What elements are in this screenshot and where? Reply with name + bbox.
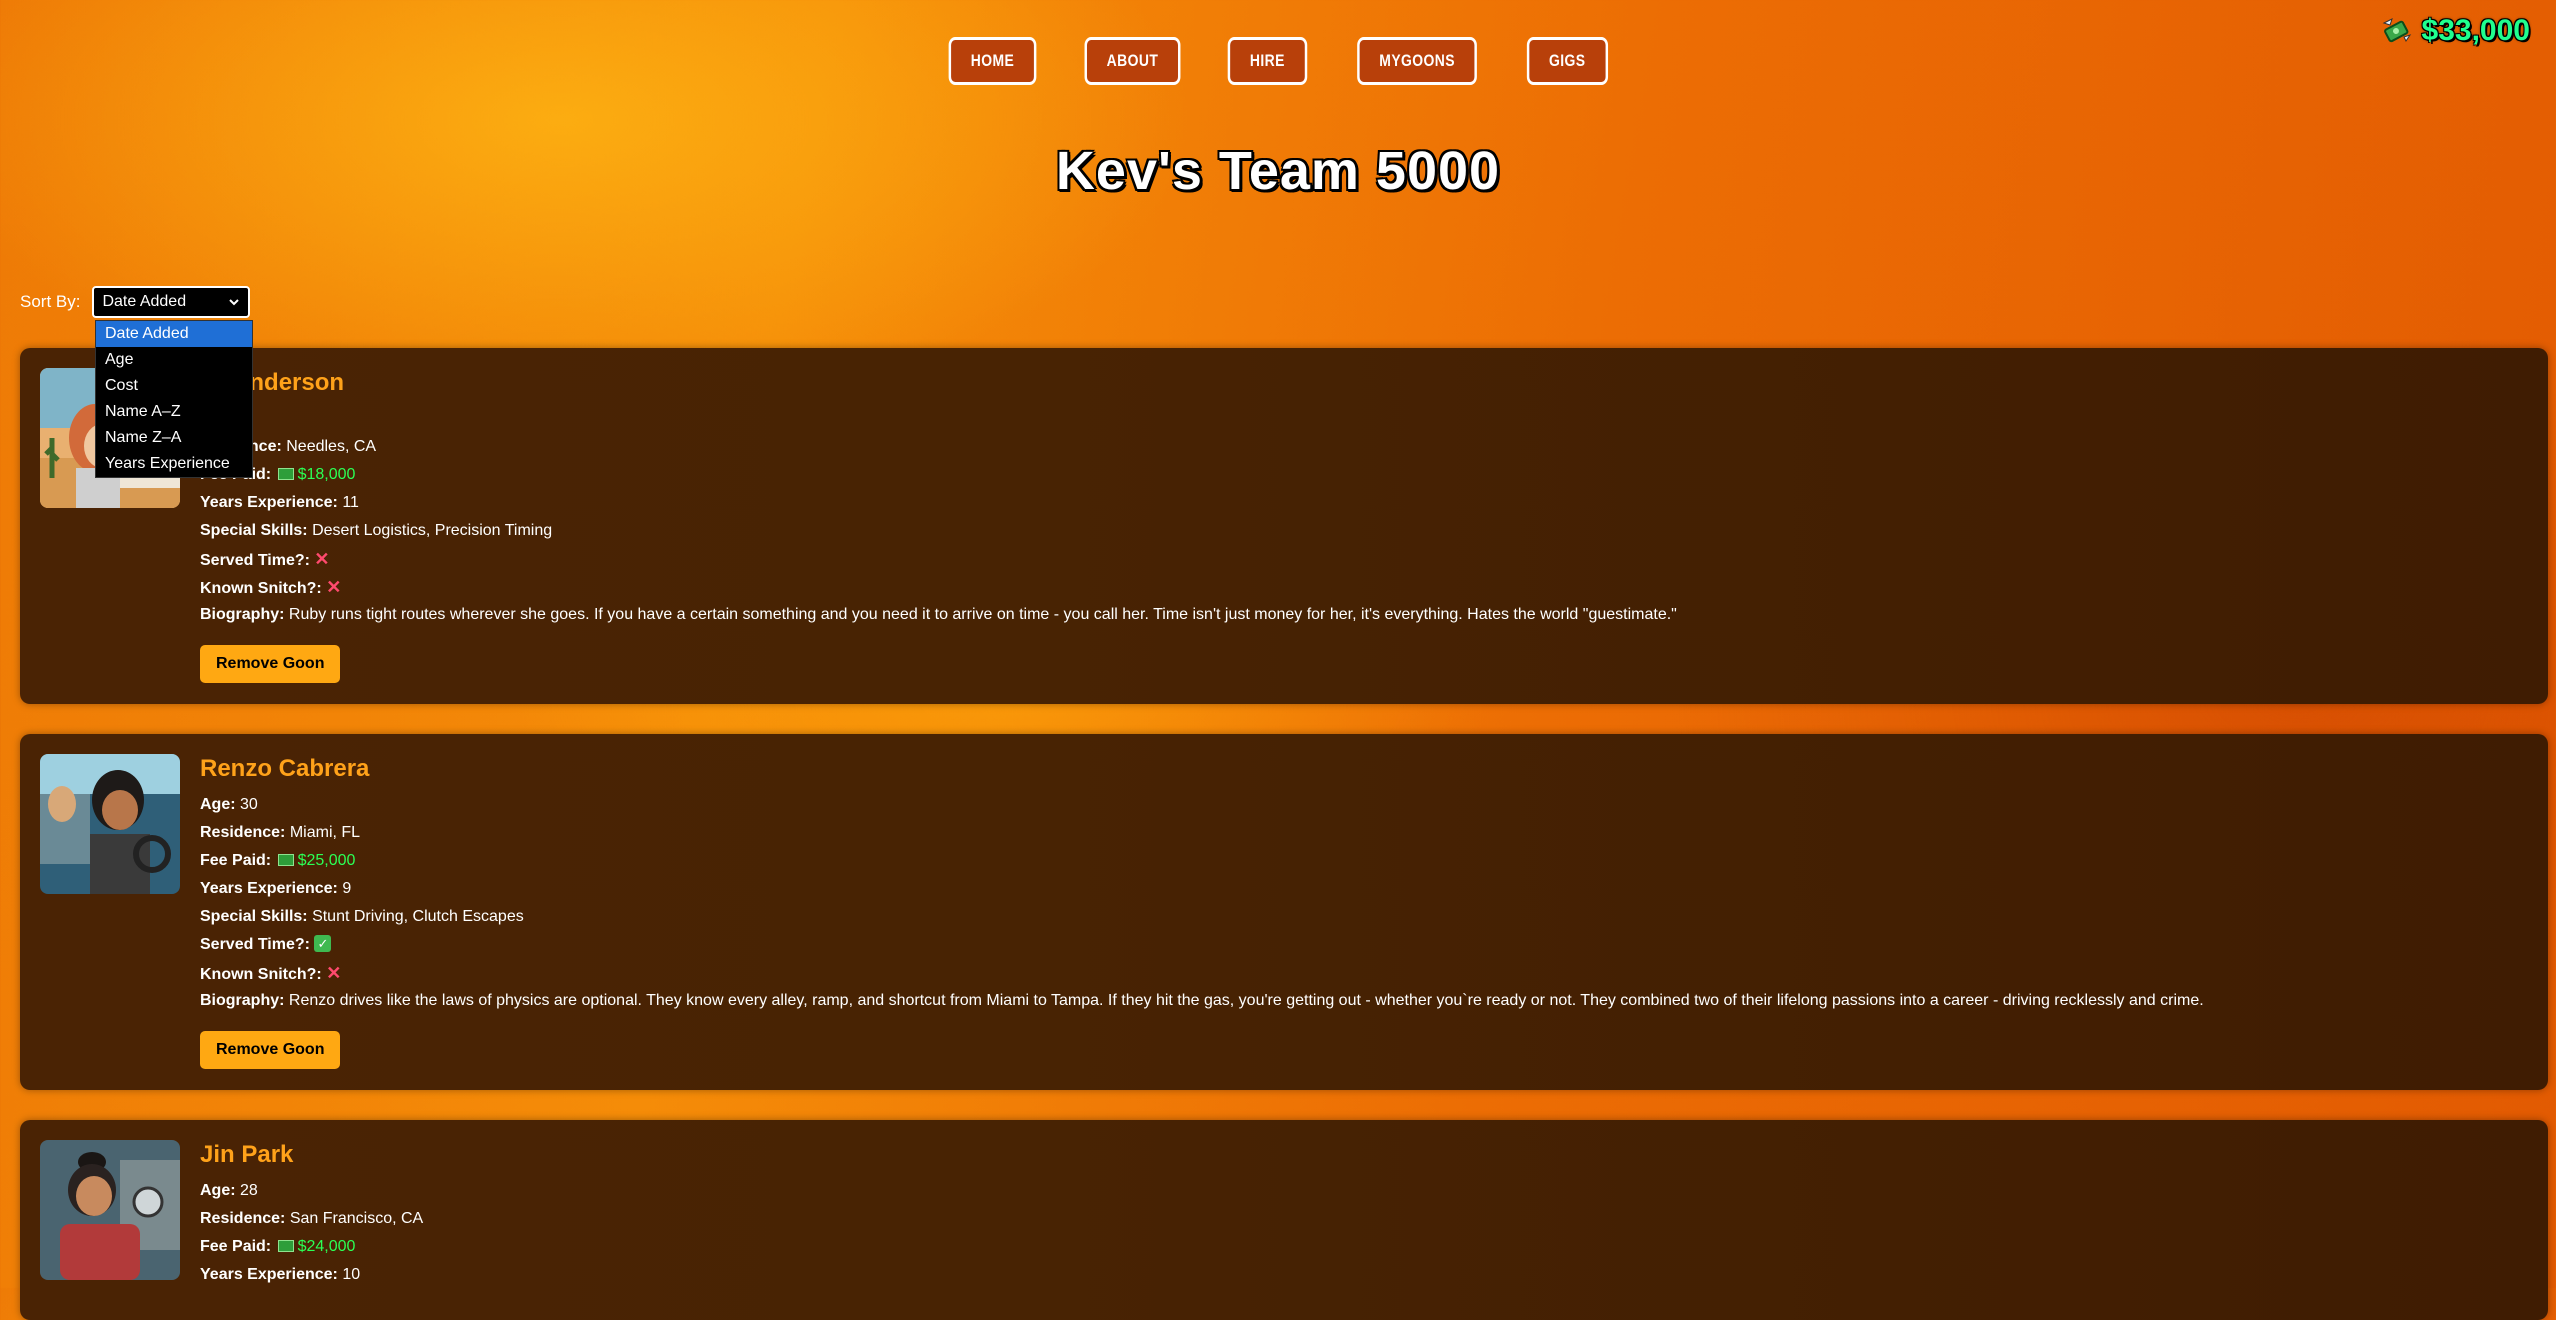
wallet-amount: $33,000 [2421,14,2530,47]
sort-option-age[interactable]: Age [96,347,252,373]
goon-residence-row: Residence: San Francisco, CA [200,1205,423,1233]
sort-option-cost[interactable]: Cost [96,373,252,399]
check-mark-icon: ✓ [314,935,332,953]
goon-served-row: Served Time?: ✓ [200,931,2204,959]
goon-info: y Sanderson 9 ence: Needles, CA Fee Paid… [200,366,1677,683]
chevron-down-icon [229,299,240,306]
goon-bio-row: Biography: Renzo drives like the laws of… [200,987,2204,1015]
goon-fee-row: Fee Paid: $18,000 [200,461,1677,489]
main-nav: HOME ABOUT HIRE MYGOONS GIGS [0,37,2556,85]
goon-years-label: Years Experience: [200,494,338,511]
cross-mark-icon: ✕ [314,549,330,569]
goon-age-row: Age: 28 [200,1177,423,1205]
sort-option-name-z-a[interactable]: Name Z–A [96,425,252,451]
goon-snitch-label: Known Snitch?: [200,966,322,983]
nav-home-button[interactable]: HOME [948,37,1037,85]
goon-served-label: Served Time?: [200,936,310,953]
cash-icon [277,853,294,866]
goon-residence: Needles, CA [286,438,377,455]
goon-skills: Desert Logistics, Precision Timing [312,522,553,539]
goon-age-label: Age: [200,1182,236,1199]
goon-bio-label: Biography: [200,992,285,1009]
goon-residence: Miami, FL [289,824,361,841]
goon-snitch-row: Known Snitch?: ✕ [200,959,2204,987]
goon-residence-label: Residence: [200,1210,286,1227]
goon-skills-label: Special Skills: [200,908,308,925]
goon-skills: Stunt Driving, Clutch Escapes [312,908,524,925]
goon-snitch-row: Known Snitch?: ✕ [200,573,1677,601]
goon-residence-row: ence: Needles, CA [200,433,1677,461]
cross-mark-icon: ✕ [326,963,342,983]
goon-years-label: Years Experience: [200,880,338,897]
goon-age: 28 [240,1182,258,1199]
nav-hire-button[interactable]: HIRE [1227,37,1308,85]
sort-select[interactable]: Date Added [92,286,251,318]
goon-residence-label: Residence: [200,824,286,841]
goon-fee-row: Fee Paid: $24,000 [200,1233,423,1261]
goon-avatar [40,1140,180,1280]
goon-info: Jin Park Age: 28 Residence: San Francisc… [200,1138,423,1289]
goon-fee: $24,000 [297,1238,356,1255]
goon-fee-label: Fee Paid: [200,852,272,869]
sort-label: Sort By: [20,292,81,311]
goon-served-row: Served Time?: ✕ [200,545,1677,573]
goon-skills-row: Special Skills: Desert Logistics, Precis… [200,517,1677,545]
sort-option-date-added[interactable]: Date Added [96,321,252,347]
goon-years-row: Years Experience: 9 [200,875,2204,903]
cross-mark-icon: ✕ [326,577,342,597]
goon-residence-row: Residence: Miami, FL [200,819,2204,847]
goon-fee-row: Fee Paid: $25,000 [200,847,2204,875]
goon-card: y Sanderson 9 ence: Needles, CA Fee Paid… [20,348,2548,704]
goon-residence: San Francisco, CA [289,1210,424,1227]
goon-info: Renzo Cabrera Age: 30 Residence: Miami, … [200,752,2204,1069]
goon-fee: $18,000 [297,466,356,483]
sort-option-years-experience[interactable]: Years Experience [96,451,252,477]
sort-selected-value: Date Added [102,293,187,310]
goon-years-row: Years Experience: 11 [200,489,1677,517]
sort-options-list: Date Added Age Cost Name A–Z Name Z–A Ye… [95,320,253,478]
goon-years: 10 [342,1266,361,1283]
nav-gigs-button[interactable]: GIGS [1527,37,1608,85]
sort-control: Sort By: Date Added [20,286,251,318]
goon-bio: Renzo drives like the laws of physics ar… [288,992,2204,1009]
goon-name: y Sanderson [200,369,345,396]
goon-age-row: 9 [200,405,1677,433]
goon-fee: $25,000 [297,852,356,869]
goon-bio-label: Biography: [200,606,285,623]
sort-option-name-a-z[interactable]: Name A–Z [96,399,252,425]
goon-years: 11 [342,494,359,511]
goon-skills-label: Special Skills: [200,522,308,539]
remove-goon-button[interactable]: Remove Goon [200,1031,341,1069]
goon-snitch-label: Known Snitch?: [200,580,322,597]
goon-age: 30 [240,796,258,813]
goon-avatar [40,754,180,894]
cash-icon [277,1239,294,1252]
goon-years-label: Years Experience: [200,1266,338,1283]
wallet-balance: $33,000 [2380,14,2530,48]
goon-skills-row: Special Skills: Stunt Driving, Clutch Es… [200,903,2204,931]
goon-name: Renzo Cabrera [200,755,370,782]
goon-age-label: Age: [200,796,236,813]
nav-about-button[interactable]: ABOUT [1084,37,1181,85]
goon-served-label: Served Time?: [200,552,310,569]
page-title: Kev's Team 5000 [1055,141,1501,201]
money-wings-icon [2382,18,2411,43]
goon-bio-row: Biography: Ruby runs tight routes wherev… [200,601,1677,629]
goon-card: Renzo Cabrera Age: 30 Residence: Miami, … [20,734,2548,1090]
goon-fee-label: Fee Paid: [200,1238,272,1255]
cash-icon [277,467,294,480]
goon-name: Jin Park [200,1141,294,1168]
goon-age-row: Age: 30 [200,791,2204,819]
goon-bio: Ruby runs tight routes wherever she goes… [288,606,1677,623]
goon-years-row: Years Experience: 10 [200,1261,423,1289]
nav-mygoons-button[interactable]: MYGOONS [1357,37,1478,85]
goon-years: 9 [342,880,352,897]
remove-goon-button[interactable]: Remove Goon [200,645,341,683]
goon-card: Jin Park Age: 28 Residence: San Francisc… [20,1120,2548,1320]
